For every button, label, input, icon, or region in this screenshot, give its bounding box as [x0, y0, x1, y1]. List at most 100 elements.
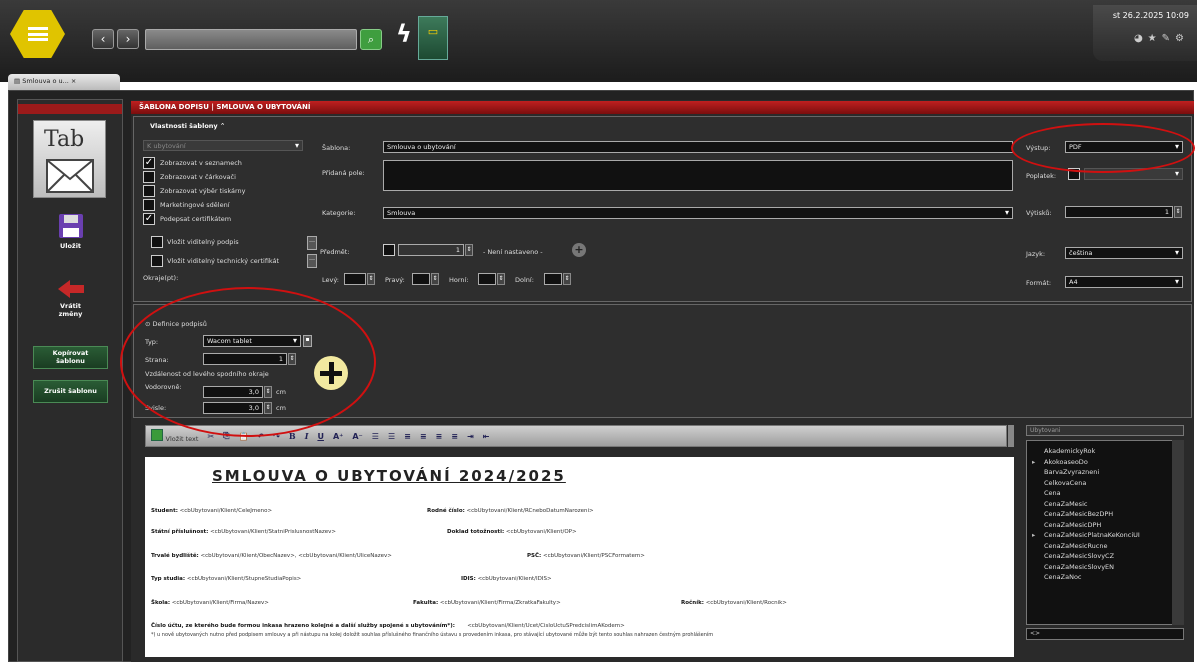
doc-field-school: Škola: <cbUbytovani/Klient/Firma/Nazev>	[151, 600, 269, 606]
subject-status: - Není nastaveno -	[483, 248, 543, 256]
floppy-icon	[58, 214, 83, 238]
properties-section-toggle[interactable]: Vlastnosti šablony ⌃	[150, 122, 225, 130]
menu-icon	[27, 27, 48, 41]
tech-cert-options-button[interactable]: …	[307, 254, 317, 268]
doc-field-id: Doklad totožnosti: <cbUbytovani/Klient/O…	[447, 529, 577, 535]
sidebar-red-strip	[18, 104, 122, 114]
checkbox-show-printer[interactable]	[143, 185, 155, 197]
margin-left-input[interactable]	[344, 273, 366, 285]
subject-checkbox[interactable]	[383, 244, 395, 256]
envelope-icon	[46, 159, 94, 193]
add-subject-icon[interactable]: +	[572, 243, 586, 257]
document-icon: ▤	[14, 77, 23, 85]
search-input[interactable]	[145, 29, 357, 50]
tree-item[interactable]: CenaZaMesicDPH	[1027, 520, 1171, 531]
copy-template-label: Kopírovat šablonu	[52, 348, 89, 365]
tree-item[interactable]: CenaZaMesicSlovyEN	[1027, 562, 1171, 573]
indent-icon[interactable]: ⇥	[467, 432, 474, 441]
tree-item[interactable]: CenaZaMesicSlovyCZ	[1027, 551, 1171, 562]
checkbox-visible-tech-cert[interactable]	[151, 255, 163, 267]
font-grow-icon[interactable]: A⁺	[333, 432, 343, 441]
margin-left-spinner[interactable]: ⇕	[367, 273, 375, 285]
tree-item[interactable]: AkokoaseoDo	[1027, 457, 1171, 468]
field-tree-footer: <>	[1026, 628, 1184, 640]
extra-fields-label: Přidaná pole:	[322, 169, 365, 177]
bullet-list-icon[interactable]: ☰	[372, 432, 379, 441]
page-title: ŠABLONA DOPISU | SMLOUVA O UBYTOVÁNÍ	[131, 101, 1194, 114]
edit-icon[interactable]: ✎	[1162, 33, 1175, 44]
chevron-right-icon: ›	[125, 32, 131, 46]
cancel-template-button[interactable]: Zrušit šablonu	[33, 380, 108, 403]
tree-item[interactable]: AkademickyRok	[1027, 446, 1171, 457]
align-center-icon[interactable]: ≡	[420, 432, 427, 441]
justify-icon[interactable]: ≡	[451, 432, 458, 441]
field-source-dropdown[interactable]: Ubytovani	[1026, 425, 1184, 436]
template-name-input[interactable]: Smlouva o ubytování	[383, 141, 1013, 153]
italic-icon[interactable]: I	[305, 431, 309, 441]
signature-options-button[interactable]: …	[307, 236, 317, 250]
subject-label: Předmět:	[320, 248, 350, 256]
margin-bottom-spinner[interactable]: ⇕	[563, 273, 571, 285]
align-right-icon[interactable]: ≡	[436, 432, 443, 441]
tree-item[interactable]: CenaZaMesicPlatnaKeKonciUI	[1027, 530, 1171, 541]
revert-label: Vrátit změny	[58, 302, 83, 318]
prints-spinner[interactable]: ⇕	[1174, 206, 1182, 218]
save-button[interactable]: Uložit	[35, 213, 106, 250]
subject-number-input[interactable]: 1	[398, 244, 464, 256]
category-dropdown[interactable]: K ubytování	[143, 140, 303, 151]
margin-right-spinner[interactable]: ⇕	[431, 273, 439, 285]
template-label: Šablona:	[322, 144, 351, 152]
language-select[interactable]: čeština	[1065, 247, 1183, 259]
checkbox-show-in-lists[interactable]: ✓	[143, 157, 155, 169]
star-icon[interactable]: ★	[1148, 33, 1162, 44]
insert-text-button[interactable]: Vložit text	[151, 429, 198, 443]
checkbox-visible-signature[interactable]	[151, 236, 163, 248]
tree-item[interactable]: CelkovaCena	[1027, 478, 1171, 489]
tree-item[interactable]: CenaZaMesicRucne	[1027, 541, 1171, 552]
outdent-icon[interactable]: ⇤	[483, 432, 490, 441]
numbered-list-icon[interactable]: ☰	[388, 432, 395, 441]
tree-item[interactable]: Cena	[1027, 488, 1171, 499]
tab-smlouva[interactable]: ▤ Smlouva o u... ×	[8, 74, 120, 90]
doc-field-student: Student: <cbUbytovani/Klient/CeleJmeno>	[151, 508, 273, 514]
monitor-button[interactable]: ▭	[418, 16, 448, 60]
tree-item[interactable]: CenaZaMesicBezDPH	[1027, 509, 1171, 520]
checkbox-sign-certificate[interactable]: ✓	[143, 213, 155, 225]
datetime-label: st 26.2.2025 10:09	[1112, 11, 1189, 20]
gear-icon[interactable]: ⚙	[1175, 33, 1189, 44]
underline-icon[interactable]: U	[317, 432, 324, 441]
checkbox-show-in-barcode[interactable]	[143, 171, 155, 183]
search-button[interactable]: ⌕	[360, 29, 382, 50]
insert-text-label: Vložit text	[165, 435, 199, 443]
forward-button[interactable]: ›	[117, 29, 139, 49]
margin-top-input[interactable]	[478, 273, 496, 285]
back-button[interactable]: ‹	[92, 29, 114, 49]
category-select[interactable]: Smlouva	[383, 207, 1013, 219]
tree-item[interactable]: BarvaZvyrazneni	[1027, 467, 1171, 478]
font-shrink-icon[interactable]: A⁻	[352, 432, 362, 441]
document-editor[interactable]: SMLOUVA O UBYTOVÁNÍ 2024/2025 Student: <…	[145, 457, 1014, 657]
lightning-icon[interactable]: ϟ	[396, 20, 412, 48]
margin-bottom-label: Dolní:	[515, 276, 534, 284]
extra-fields-input[interactable]	[383, 160, 1013, 191]
revert-button[interactable]: Vrátit změny	[35, 278, 106, 318]
margin-top-spinner[interactable]: ⇕	[497, 273, 505, 285]
tree-item[interactable]: CenaZaMesic	[1027, 499, 1171, 510]
margin-right-input[interactable]	[412, 273, 430, 285]
copy-template-button[interactable]: Kopírovat šablonu	[33, 346, 108, 369]
checkbox-marketing[interactable]	[143, 199, 155, 211]
margin-bottom-input[interactable]	[544, 273, 562, 285]
prints-label: Výtisků:	[1026, 209, 1052, 217]
checkbox-label: Podepsat certifikátem	[160, 215, 232, 223]
tree-item[interactable]: CenaZaNoc	[1027, 572, 1171, 583]
prints-input[interactable]: 1	[1065, 206, 1173, 218]
subject-spinner[interactable]: ⇕	[465, 244, 473, 256]
field-tree-scrollbar[interactable]	[1172, 440, 1184, 625]
format-select[interactable]: A4	[1065, 276, 1183, 288]
properties-section-label: Vlastnosti šablony	[150, 122, 218, 130]
tab-close-icon[interactable]: ×	[71, 77, 76, 85]
annotation-ellipse-signature	[120, 287, 376, 437]
toolbar-scroll-handle[interactable]	[1008, 425, 1014, 447]
globe-icon[interactable]: ◕	[1134, 33, 1148, 44]
align-left-icon[interactable]: ≡	[404, 432, 411, 441]
